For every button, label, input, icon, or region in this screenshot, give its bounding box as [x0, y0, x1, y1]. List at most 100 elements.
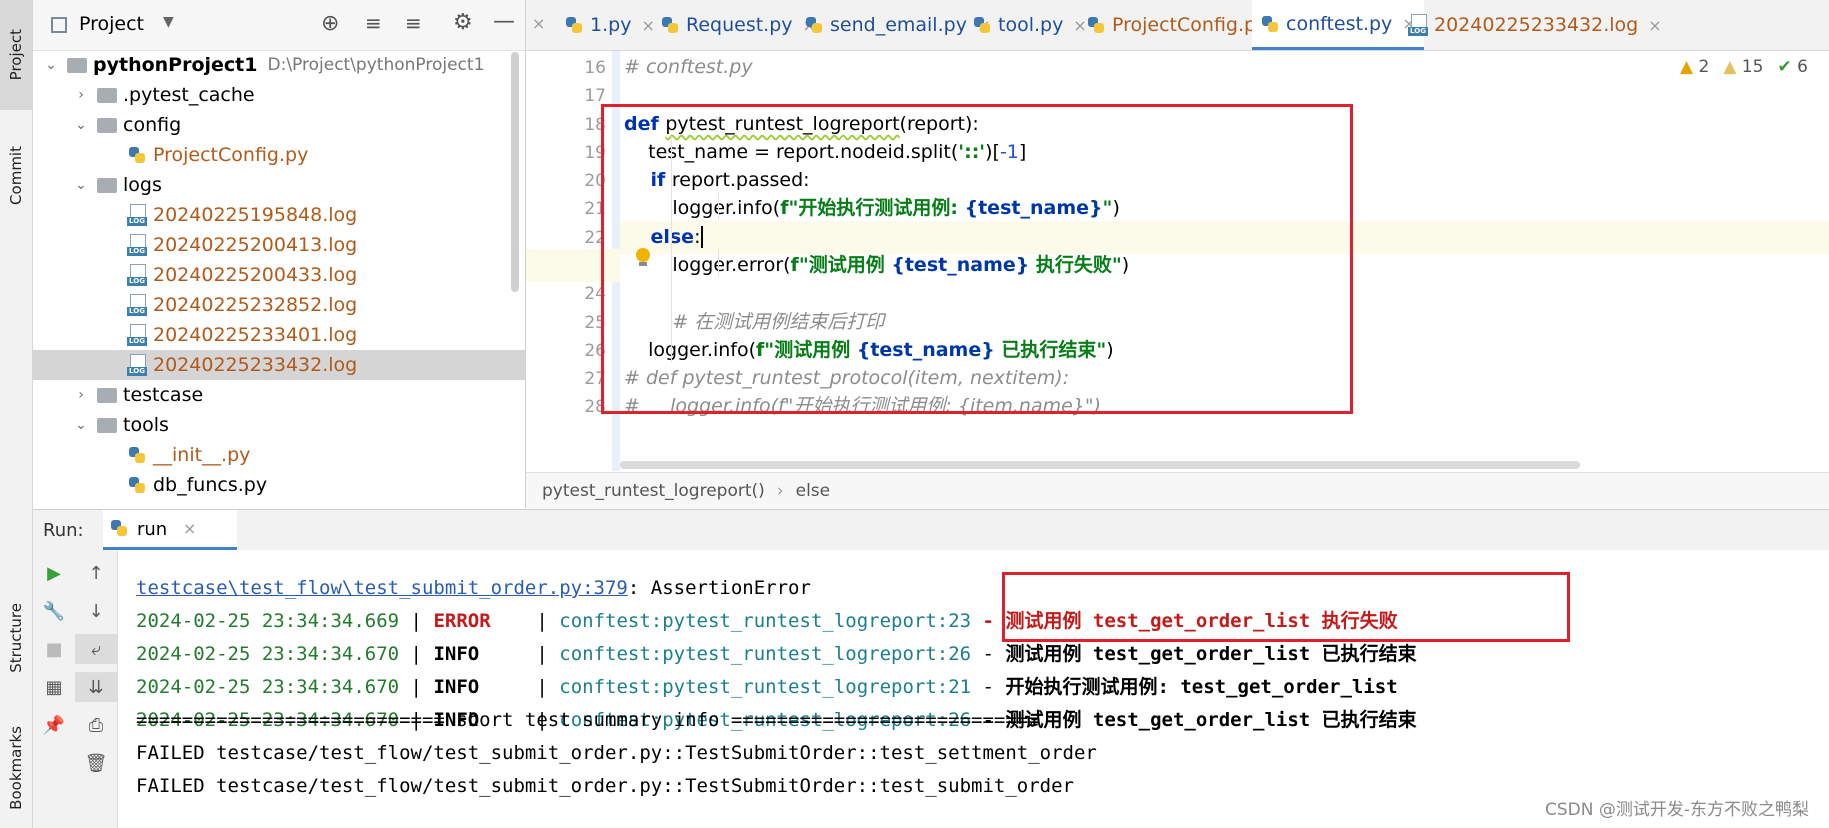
tree-item[interactable]: › .pytest_cache [33, 80, 525, 110]
log-file-icon: LOG [127, 324, 147, 346]
console-file-link[interactable]: testcase\test_flow\test_submit_order.py:… [136, 577, 628, 599]
folder-icon [97, 87, 117, 103]
log-file-icon: LOG [127, 204, 147, 226]
folder-icon [97, 177, 117, 193]
rerun-icon[interactable]: ▶ [33, 558, 75, 588]
python-file-icon [1086, 15, 1106, 35]
python-file-icon [564, 15, 584, 35]
project-view-icon [51, 17, 67, 33]
project-tool-tab[interactable]: Project [0, 0, 32, 110]
tree-item[interactable]: › testcase [33, 380, 525, 410]
python-file-icon [804, 15, 824, 35]
editor-tab[interactable]: 1.py × [556, 0, 663, 50]
log-separator: | [524, 643, 560, 665]
tree-item-label: ProjectConfig.py [153, 144, 309, 166]
tree-item[interactable]: ProjectConfig.py [33, 140, 525, 170]
line-number: 24 [584, 284, 606, 304]
inspection-widget[interactable]: ▲ 2 ▲ 15 ✔ 6 [1680, 57, 1808, 77]
editor-tab[interactable]: LOG 20240225233432.log × [1400, 0, 1670, 50]
wrench-icon[interactable]: 🔧 [33, 596, 75, 626]
log-dash: - [971, 676, 1006, 698]
tree-item[interactable]: LOG 20240225195848.log [33, 200, 525, 230]
trash-icon[interactable]: 🗑 [75, 748, 117, 778]
pin-icon[interactable]: 📌 [33, 710, 75, 740]
tree-item[interactable]: ⌄ config [33, 110, 525, 140]
log-dash: - [971, 643, 1006, 665]
close-icon[interactable]: × [1648, 16, 1661, 35]
warnings-b-value: 15 [1741, 57, 1764, 77]
tree-item[interactable]: __init__.py [33, 440, 525, 470]
log-source: conftest:pytest_runtest_logreport: [559, 643, 949, 665]
project-toolbar: Project ▼ ⊕ ≡ ≡ ⚙ — [33, 0, 525, 51]
breadcrumb-else[interactable]: else [796, 481, 831, 501]
tree-scrollbar[interactable] [511, 52, 519, 292]
soft-wrap-icon[interactable]: ⤶ [75, 634, 117, 664]
tree-item[interactable]: LOG 20240225233432.log [33, 350, 525, 380]
chevron-down-icon[interactable]: ▼ [163, 14, 174, 30]
gear-icon[interactable]: ⚙ [453, 10, 473, 35]
close-icon[interactable]: × [183, 519, 196, 538]
log-time: 2024-02-25 23:34:34.670 [136, 676, 400, 698]
locate-icon[interactable]: ⊕ [321, 11, 339, 36]
chevron-right-icon[interactable]: › [73, 87, 89, 103]
tab-close-icon[interactable]: × [532, 14, 545, 33]
log-line-number: 26 [948, 643, 972, 665]
layout-icon[interactable]: ▦ [33, 672, 75, 702]
structure-tool-tab[interactable]: Structure [0, 580, 32, 695]
log-file-icon: LOG [1408, 14, 1428, 36]
tree-item[interactable]: ⌄ tools [33, 410, 525, 440]
editor-tab-bar: × 1.py×Request.py×send_email.py×tool.py×… [526, 0, 1829, 51]
scroll-to-end-icon[interactable]: ⇊ [75, 672, 117, 702]
chevron-down-icon[interactable]: ⌄ [73, 417, 89, 433]
chevron-down-icon[interactable]: ⌄ [43, 57, 59, 73]
log-line-number: 23 [948, 610, 972, 632]
arrow-down-icon[interactable]: ↓ [75, 596, 117, 626]
arrow-up-icon[interactable]: ↑ [75, 558, 117, 588]
chevron-right-icon[interactable]: › [73, 387, 89, 403]
tree-item[interactable]: LOG 20240225232852.log [33, 290, 525, 320]
run-console[interactable]: testcase\test_flow\test_submit_order.py:… [118, 550, 1829, 828]
line-number: 18 [584, 115, 606, 135]
highlight-box-console [1002, 572, 1570, 642]
tree-item-label: testcase [123, 384, 204, 406]
editor-tab[interactable]: tool.py × [964, 0, 1095, 50]
collapse-all-icon[interactable]: ≡ [405, 11, 422, 35]
editor-tab-label: Request.py [686, 14, 793, 36]
editor-tab[interactable]: conftest.py × [1252, 0, 1424, 50]
tree-item[interactable]: ⌄ pythonProject1 D:\Project\pythonProject1 [33, 50, 525, 80]
console-text: : AssertionError [627, 577, 811, 599]
tree-item[interactable]: LOG 20240225200433.log [33, 260, 525, 290]
line-number: 25 [584, 313, 606, 333]
run-label: Run: [43, 520, 84, 541]
hide-panel-icon[interactable]: — [493, 9, 515, 34]
log-separator: | [524, 610, 560, 632]
breadcrumb: pytest_runtest_logreport() › else [526, 472, 1829, 509]
commit-tool-tab-label: Commit [7, 145, 25, 205]
line-number: 26 [584, 341, 606, 361]
log-line-number: 21 [948, 676, 972, 698]
tool-window-strip: Project Commit Structure Bookmarks [0, 0, 33, 828]
project-view-title[interactable]: Project [79, 13, 144, 35]
console-summary-line: =========================== short test s… [136, 709, 1040, 731]
tree-item-label: 20240225233432.log [153, 354, 358, 376]
expand-all-icon[interactable]: ≡ [365, 11, 382, 35]
editor-h-scrollbar[interactable] [620, 461, 1580, 469]
commit-tool-tab[interactable]: Commit [0, 125, 32, 225]
chevron-down-icon[interactable]: ⌄ [73, 177, 89, 193]
print-icon[interactable]: ⎙ [75, 710, 117, 740]
bookmarks-tool-tab[interactable]: Bookmarks [0, 710, 32, 825]
python-file-icon [660, 15, 680, 35]
console-log-row: 2024-02-25 23:34:34.670 | INFO | conftes… [136, 638, 1417, 671]
log-file-icon: LOG [127, 264, 147, 286]
run-config-tab[interactable]: run × [103, 510, 237, 550]
tree-item[interactable]: db_funcs.py [33, 470, 525, 500]
tree-item[interactable]: ⌄ logs [33, 170, 525, 200]
tree-item[interactable]: LOG 20240225233401.log [33, 320, 525, 350]
highlight-box-code [601, 104, 1353, 414]
stop-icon[interactable]: ■ [33, 634, 75, 664]
structure-tool-tab-label: Structure [7, 602, 25, 673]
log-time: 2024-02-25 23:34:34.669 [136, 610, 400, 632]
chevron-down-icon[interactable]: ⌄ [73, 117, 89, 133]
breadcrumb-function[interactable]: pytest_runtest_logreport() [542, 481, 765, 501]
tree-item[interactable]: LOG 20240225200413.log [33, 230, 525, 260]
